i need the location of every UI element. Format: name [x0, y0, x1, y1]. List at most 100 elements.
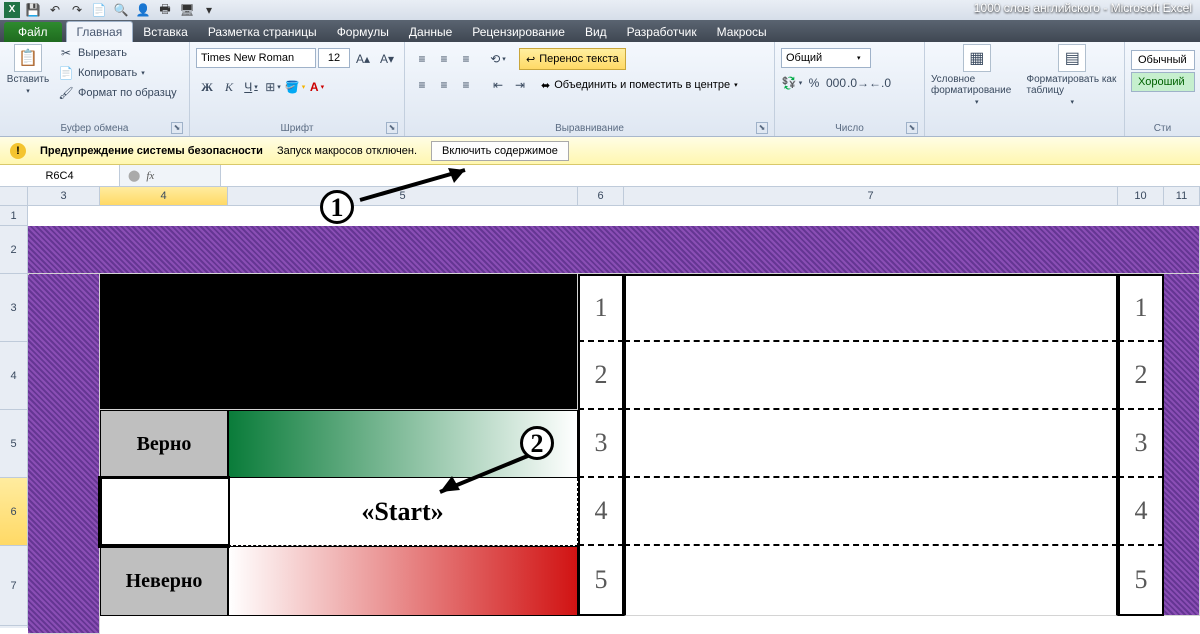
qat-btn[interactable]: 📄	[90, 1, 108, 19]
dialog-launcher-icon[interactable]: ⬊	[171, 122, 183, 134]
dialog-launcher-icon[interactable]: ⬊	[906, 122, 918, 134]
table-icon: ▤	[1058, 44, 1086, 72]
paste-button[interactable]: 📋 Вставить ▾	[6, 44, 50, 95]
qat-more-icon[interactable]: ▾	[200, 1, 218, 19]
row-header[interactable]: 5	[0, 410, 27, 478]
orientation-icon[interactable]: ⟲	[487, 48, 509, 70]
font-name-input[interactable]	[196, 48, 316, 68]
name-box[interactable]: R6C4	[0, 165, 120, 186]
merge-icon: ⬌	[541, 79, 550, 92]
row-header[interactable]: 1	[0, 206, 27, 226]
indent-inc-icon[interactable]: ⇥	[509, 74, 531, 96]
dec-decimal-icon[interactable]: ←.0	[869, 72, 891, 94]
col-header[interactable]: 6	[578, 187, 624, 205]
tab-review[interactable]: Рецензирование	[462, 22, 575, 42]
wrap-text-button[interactable]: ↩Перенос текста	[519, 48, 626, 70]
align-right-icon[interactable]: ≡	[455, 74, 477, 96]
style-good[interactable]: Хороший	[1131, 72, 1195, 92]
cell: 3	[578, 410, 624, 478]
undo-icon[interactable]: ↶	[46, 1, 64, 19]
percent-icon[interactable]: %	[803, 72, 825, 94]
row-header[interactable]: 6	[0, 478, 27, 546]
col-header[interactable]: 10	[1118, 187, 1164, 205]
tab-macros[interactable]: Макросы	[707, 22, 777, 42]
cell: 1	[1118, 274, 1164, 342]
cell	[624, 274, 1118, 342]
tab-view[interactable]: Вид	[575, 22, 617, 42]
row-header[interactable]: 2	[0, 226, 27, 274]
warning-icon: !	[10, 143, 26, 159]
select-all-corner[interactable]	[0, 187, 27, 206]
col-header[interactable]: 5	[228, 187, 578, 205]
col-header[interactable]: 7	[624, 187, 1118, 205]
bold-button[interactable]: Ж	[196, 76, 218, 98]
comma-icon[interactable]: 000	[825, 72, 847, 94]
cell	[228, 546, 578, 616]
italic-button[interactable]: К	[218, 76, 240, 98]
cell: 5	[1118, 546, 1164, 616]
align-top-icon[interactable]: ≡	[411, 48, 433, 70]
cell: 4	[1118, 478, 1164, 546]
font-size-input[interactable]	[318, 48, 350, 68]
indent-dec-icon[interactable]: ⇤	[487, 74, 509, 96]
merge-button[interactable]: ⬌Объединить и поместить в центре▾	[541, 79, 738, 92]
qat-btn[interactable]: 🔍	[112, 1, 130, 19]
enable-content-button[interactable]: Включить содержимое	[431, 141, 569, 161]
cut-button[interactable]: ✂Вырезать	[54, 44, 181, 62]
col-header[interactable]: 4	[100, 187, 228, 205]
qat-btn[interactable]: 👤	[134, 1, 152, 19]
row-header[interactable]: 7	[0, 546, 27, 626]
formula-input[interactable]	[220, 165, 1200, 186]
inc-decimal-icon[interactable]: .0→	[847, 72, 869, 94]
worksheet[interactable]: 1 2 3 4 5 6 7 3 4 5 6 7 10 11 1 2 3	[0, 187, 1200, 628]
tab-file[interactable]: Файл	[4, 22, 62, 42]
align-center-icon[interactable]: ≡	[433, 74, 455, 96]
copy-button[interactable]: 📄Копировать▾	[54, 64, 181, 82]
format-painter-button[interactable]: 🖌Формат по образцу	[54, 84, 181, 102]
scissors-icon: ✂	[58, 45, 74, 61]
cell	[28, 226, 1200, 274]
align-bot-icon[interactable]: ≡	[455, 48, 477, 70]
excel-icon: X	[4, 2, 20, 18]
save-icon[interactable]: 💾	[24, 1, 42, 19]
tab-layout[interactable]: Разметка страницы	[198, 22, 327, 42]
tab-formulas[interactable]: Формулы	[327, 22, 399, 42]
col-header[interactable]: 3	[28, 187, 100, 205]
underline-button[interactable]: Ч	[240, 76, 262, 98]
cell	[1164, 274, 1200, 616]
print-icon[interactable]: 🖶	[156, 1, 174, 19]
qat-btn[interactable]: 🖥	[178, 1, 196, 19]
redo-icon[interactable]: ↷	[68, 1, 86, 19]
style-normal[interactable]: Обычный	[1131, 50, 1195, 70]
warning-title: Предупреждение системы безопасности	[40, 145, 263, 157]
tab-dev[interactable]: Разработчик	[617, 22, 707, 42]
currency-icon[interactable]: 💱	[781, 72, 803, 94]
font-color-button[interactable]: A	[306, 76, 328, 98]
fill-color-button[interactable]: 🪣	[284, 76, 306, 98]
tab-data[interactable]: Данные	[399, 22, 462, 42]
row-header[interactable]: 3	[0, 274, 27, 342]
cell	[624, 478, 1118, 546]
row-headers: 1 2 3 4 5 6 7	[0, 187, 28, 628]
align-left-icon[interactable]: ≡	[411, 74, 433, 96]
tab-insert[interactable]: Вставка	[133, 22, 198, 42]
quick-access-toolbar: X 💾 ↶ ↷ 📄 🔍 👤 🖶 🖥 ▾ 1000 слов английског…	[0, 0, 1200, 20]
brush-icon: 🖌	[58, 85, 74, 101]
shrink-font-icon[interactable]: A▾	[376, 48, 398, 70]
conditional-format-button[interactable]: ▦ Условное форматирование▾	[931, 44, 1023, 106]
cancel-icon[interactable]: ⬤	[128, 169, 140, 182]
format-as-table-button[interactable]: ▤ Форматировать как таблицу▾	[1027, 44, 1119, 106]
dialog-launcher-icon[interactable]: ⬊	[756, 122, 768, 134]
align-mid-icon[interactable]: ≡	[433, 48, 455, 70]
grow-font-icon[interactable]: A▴	[352, 48, 374, 70]
fx-icon[interactable]: fx	[146, 170, 154, 182]
formula-bar: R6C4 ⬤ fx	[0, 165, 1200, 187]
tab-home[interactable]: Главная	[66, 21, 134, 42]
wrap-icon: ↩	[526, 53, 535, 66]
cell	[100, 274, 578, 410]
cell: 1	[578, 274, 624, 342]
row-header[interactable]: 4	[0, 342, 27, 410]
dialog-launcher-icon[interactable]: ⬊	[386, 122, 398, 134]
col-header[interactable]: 11	[1164, 187, 1200, 205]
border-button[interactable]: ⊞	[262, 76, 284, 98]
